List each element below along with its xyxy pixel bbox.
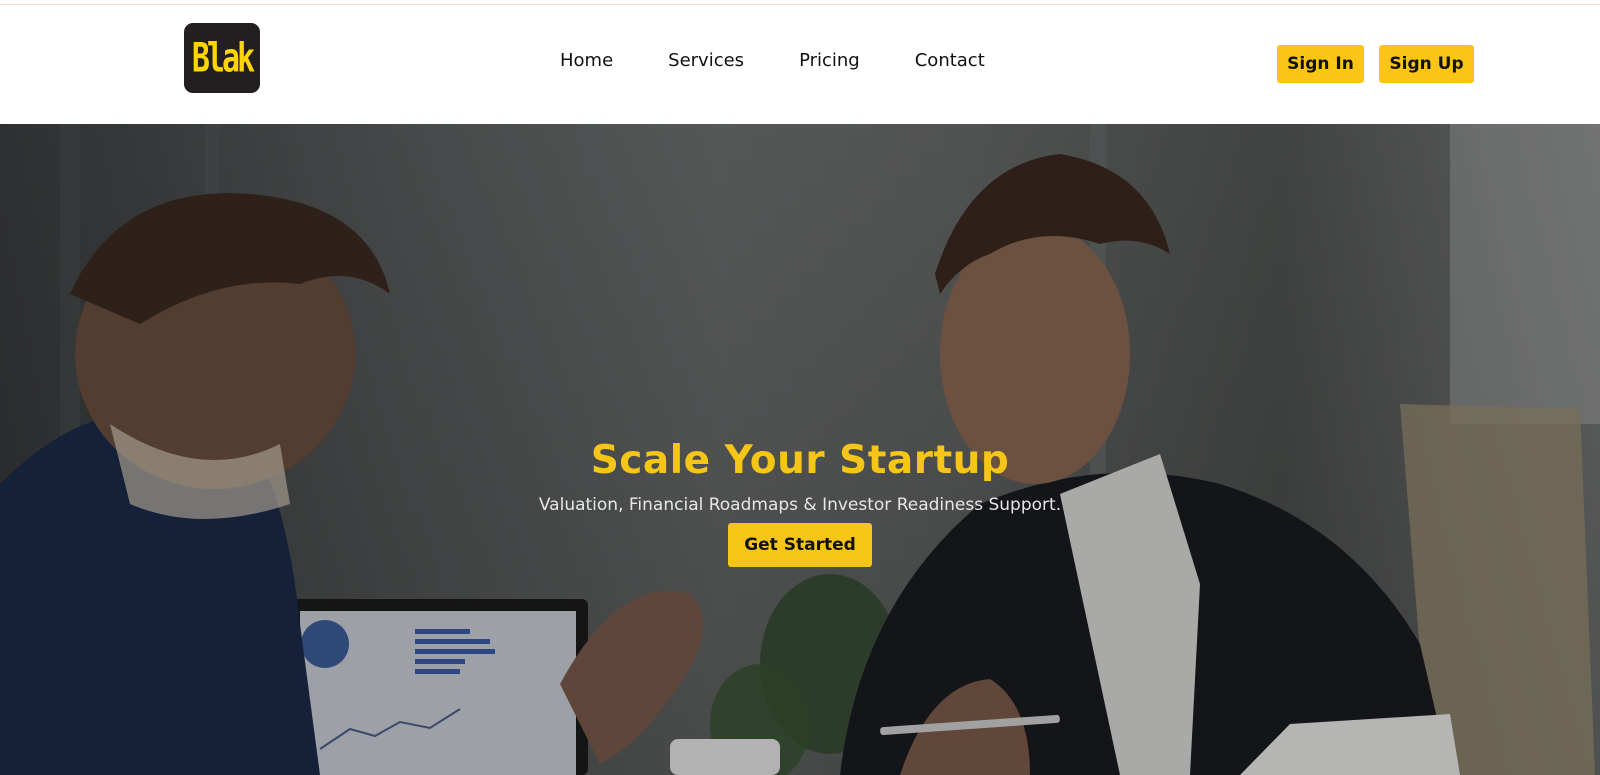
hero-section: Scale Your Startup Valuation, Financial … [0, 124, 1600, 775]
sign-in-button[interactable]: Sign In [1277, 45, 1364, 83]
get-started-button[interactable]: Get Started [728, 523, 872, 567]
logo-text: Blak [191, 34, 255, 82]
hero-content: Scale Your Startup Valuation, Financial … [0, 438, 1600, 567]
hero-title: Scale Your Startup [590, 438, 1010, 483]
main-nav: Home Services Pricing Contact [560, 50, 985, 71]
nav-link-pricing[interactable]: Pricing [799, 50, 860, 71]
site-header: Blak Home Services Pricing Contact Sign … [0, 6, 1600, 124]
hero-subtitle: Valuation, Financial Roadmaps & Investor… [538, 495, 1062, 515]
nav-link-home[interactable]: Home [560, 50, 613, 71]
nav-link-services[interactable]: Services [668, 50, 744, 71]
sign-up-button[interactable]: Sign Up [1379, 45, 1474, 83]
nav-link-contact[interactable]: Contact [915, 50, 985, 71]
top-border [0, 0, 1600, 5]
brand-logo[interactable]: Blak [184, 23, 260, 93]
